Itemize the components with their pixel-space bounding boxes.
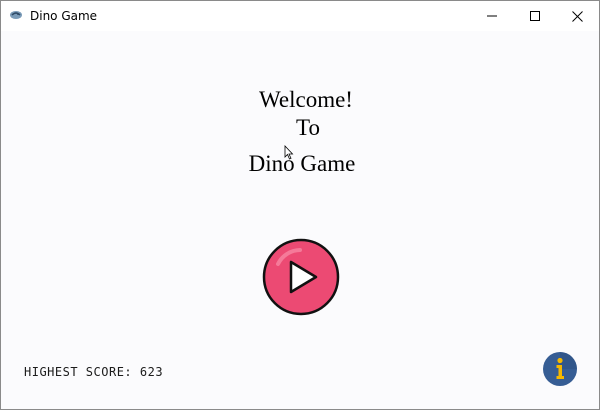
info-button[interactable]: [542, 351, 578, 387]
app-window: Dino Game Welcome! To Dino Game HIGHEST …: [0, 0, 600, 410]
maximize-button[interactable]: [512, 1, 558, 31]
welcome-heading: Welcome!: [259, 87, 353, 112]
title-bar[interactable]: Dino Game: [1, 1, 599, 31]
highest-score-text: HIGHEST SCORE: 623: [24, 365, 164, 379]
close-icon: [571, 10, 583, 22]
minimize-icon: [487, 15, 497, 17]
minimize-button[interactable]: [469, 1, 515, 31]
window-title: Dino Game: [30, 9, 98, 23]
dino-app-icon: [10, 11, 22, 19]
maximize-icon: [530, 11, 540, 21]
welcome-to-text: To: [296, 115, 320, 140]
close-button[interactable]: [554, 1, 600, 31]
game-name-text: Dino Game: [248, 151, 356, 176]
play-button[interactable]: [262, 238, 340, 316]
mouse-cursor-icon: [284, 145, 294, 160]
